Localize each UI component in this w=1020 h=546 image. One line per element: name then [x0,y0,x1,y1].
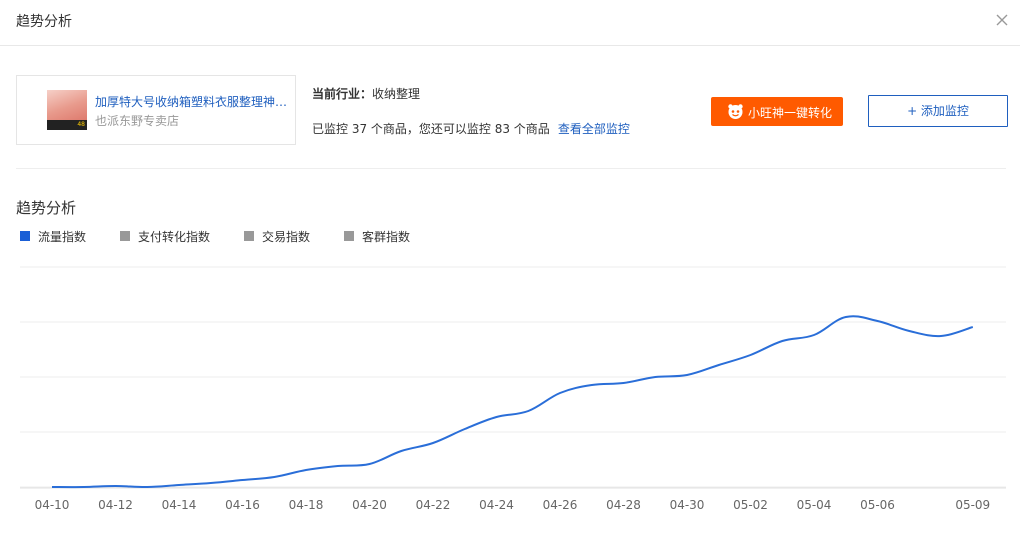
x-tick-label: 04-12 [98,498,133,512]
legend-label: 客群指数 [362,230,411,244]
x-tick-label: 04-18 [289,498,324,512]
x-tick-label: 05-09 [955,498,990,512]
x-tick-label: 04-26 [543,498,578,512]
product-card: 48 加厚特大号收纳箱塑料衣服整理神… 也派东野专卖店 [16,75,296,145]
product-name-link[interactable]: 加厚特大号收纳箱塑料衣服整理神… [95,93,291,110]
x-tick-label: 04-16 [225,498,260,512]
dialog-title: 趋势分析 [16,14,72,30]
wangwang-convert-button[interactable]: 小旺神一键转化 [711,97,843,126]
industry-value: 收纳整理 [372,87,421,101]
wangwang-icon [727,103,744,120]
x-tick-label: 04-20 [352,498,387,512]
monitor-count-text: 已监控 37 个商品，您还可以监控 83 个商品 [312,122,550,136]
x-tick-label: 04-28 [606,498,641,512]
dialog-header: 趋势分析 [0,0,1020,46]
legend-label: 支付转化指数 [138,230,211,244]
close-icon[interactable] [994,12,1010,28]
series-line-traffic-index [51,315,974,489]
x-tick-label: 05-06 [860,498,895,512]
legend-swatch [244,231,254,241]
product-thumbnail[interactable]: 48 [47,90,87,130]
thumbnail-badge: 48 [47,120,87,130]
legend-swatch [344,231,354,241]
current-industry: 当前行业：收纳整理 [312,85,420,102]
shop-name: 也派东野专卖店 [95,114,180,128]
x-tick-label: 04-14 [162,498,197,512]
x-tick-label: 04-10 [35,498,70,512]
add-monitor-button[interactable]: + 添加监控 [868,95,1008,127]
legend-label: 流量指数 [38,230,87,244]
view-all-monitors-link[interactable]: 查看全部监控 [558,122,630,136]
wangwang-button-label: 小旺神一键转化 [748,106,833,120]
x-tick-label: 04-24 [479,498,514,512]
trend-line-chart: 04-10 04-12 04-14 04-16 04-18 04-20 04-22 04-24… [20,266,1006,512]
legend-label: 交易指数 [262,230,311,244]
legend-swatch [20,231,30,241]
monitor-info: 已监控 37 个商品，您还可以监控 83 个商品 查看全部监控 [312,120,630,137]
x-tick-label: 05-02 [733,498,768,512]
legend-swatch [120,231,130,241]
x-tick-label: 04-22 [416,498,451,512]
divider [16,168,1006,169]
x-tick-label: 05-04 [797,498,832,512]
industry-label: 当前行业： [312,87,373,101]
x-tick-label: 04-30 [670,498,705,512]
section-title: 趋势分析 [16,199,77,217]
